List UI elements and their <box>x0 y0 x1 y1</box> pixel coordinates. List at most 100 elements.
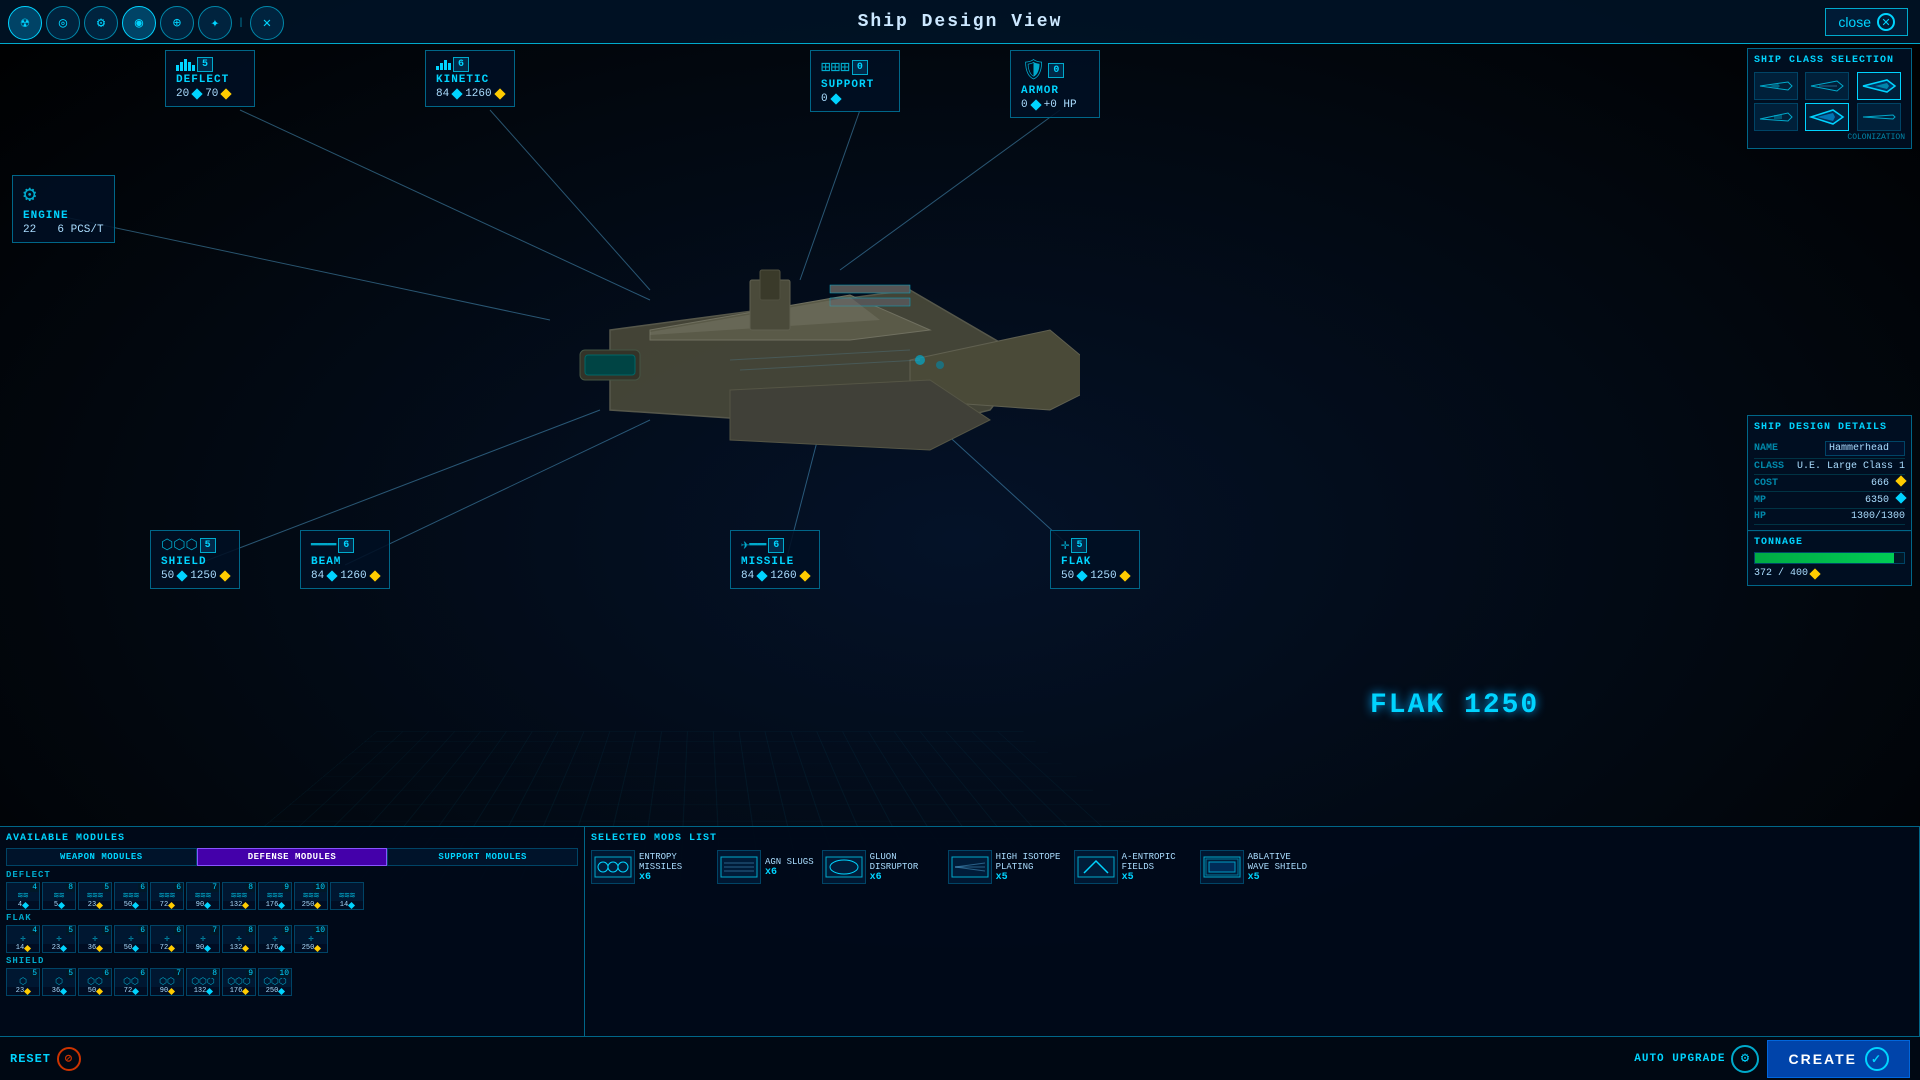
ship-thumb-3[interactable] <box>1857 72 1901 100</box>
support-value: 0 <box>821 93 889 105</box>
ablative-wave-shield-icon <box>1202 853 1242 881</box>
nav-icon-close[interactable]: ✕ <box>250 6 284 40</box>
module-shield-2[interactable]: ⬡536 <box>42 968 76 996</box>
module-shield-4[interactable]: ⬡⬡672 <box>114 968 148 996</box>
armor-diamond <box>1030 99 1041 110</box>
nav-icon-6[interactable]: ✦ <box>198 6 232 40</box>
nav-icon-2[interactable]: ◎ <box>46 6 80 40</box>
close-icon: ✕ <box>1877 13 1895 31</box>
module-flak-1[interactable]: ✛414 <box>6 925 40 953</box>
bottom-area: AVAILABLE MODULES WEAPON MODULES DEFENSE… <box>0 826 1920 1036</box>
mod-icon-2[interactable] <box>717 850 761 884</box>
module-flak-9[interactable]: ✛10250 <box>294 925 328 953</box>
mod-count-5: x5 <box>1122 872 1192 883</box>
cost-label: COST <box>1754 478 1778 489</box>
module-shield-7[interactable]: ⬡⬡⬡9176 <box>222 968 256 996</box>
shield-label: SHIELD <box>161 556 229 568</box>
module-deflect-2[interactable]: ≋≋85 <box>42 882 76 910</box>
deflect-row-label: DEFLECT <box>6 870 578 880</box>
create-button[interactable]: CREATE ✓ <box>1767 1040 1910 1078</box>
module-deflect-7[interactable]: ≋≋≋8132 <box>222 882 256 910</box>
auto-upgrade-button[interactable]: AUTO UPGRADE ⚙ <box>1634 1045 1759 1073</box>
engine-icon: ⚙ <box>23 182 36 208</box>
support-icon-row: ⊞⊞⊞ 0 <box>821 57 889 77</box>
mod-label-1: ENTROPY MISSILES <box>639 852 709 872</box>
tab-support-modules[interactable]: SUPPORT MODULES <box>387 848 578 866</box>
ship-thumb-icon-1 <box>1758 76 1794 96</box>
close-button[interactable]: close ✕ <box>1825 8 1908 36</box>
module-shield-6[interactable]: ⬡⬡⬡8132 <box>186 968 220 996</box>
module-deflect-5[interactable]: ≋≋≋672 <box>150 882 184 910</box>
module-deflect-6[interactable]: ≋≋≋790 <box>186 882 220 910</box>
shield-icon-row: ⬡⬡⬡ 5 <box>161 537 229 554</box>
module-deflect-8[interactable]: ≋≋≋9176 <box>258 882 292 910</box>
missile-diamond1 <box>757 570 768 581</box>
right-bottom-controls: AUTO UPGRADE ⚙ CREATE ✓ <box>1634 1040 1910 1078</box>
armor-icon: 🛡 <box>1021 57 1046 83</box>
ship-thumb-icon-6 <box>1861 107 1897 127</box>
nav-separator: | <box>238 18 244 29</box>
mod-label-6: ABLATIVE WAVE SHIELD <box>1248 852 1318 872</box>
ship-class-title: SHIP CLASS SELECTION <box>1754 55 1905 66</box>
tonnage-title: TONNAGE <box>1754 537 1905 548</box>
module-deflect-1[interactable]: ≋≋44 <box>6 882 40 910</box>
ship-thumb-icon-5 <box>1809 107 1845 127</box>
flak-count: 5 <box>1071 538 1087 553</box>
nav-icon-3[interactable]: ⚙ <box>84 6 118 40</box>
module-deflect-10[interactable]: ≋≋≋14 <box>330 882 364 910</box>
module-flak-5[interactable]: ✛672 <box>150 925 184 953</box>
ship-thumb-6[interactable] <box>1857 103 1901 131</box>
module-flak-8[interactable]: ✛9176 <box>258 925 292 953</box>
ship-thumb-5[interactable] <box>1805 103 1849 131</box>
selected-mods-title: SELECTED MODS LIST <box>591 833 1913 844</box>
mod-icon-6[interactable] <box>1200 850 1244 884</box>
flak-icons-row: ✛414 ✛523 ✛536 ✛650 ✛672 ✛790 ✛8132 ✛917… <box>6 925 578 953</box>
deflect-label: DEFLECT <box>176 74 244 86</box>
reset-label: RESET <box>10 1052 51 1066</box>
tab-weapon-modules[interactable]: WEAPON MODULES <box>6 848 197 866</box>
module-flak-2[interactable]: ✛523 <box>42 925 76 953</box>
deflect-wave-icon <box>176 59 195 71</box>
ship-svg <box>380 160 1080 560</box>
shield-diamond1 <box>177 570 188 581</box>
flak-panel: ✛ 5 FLAK 50 1250 <box>1050 530 1140 589</box>
tonnage-diamond <box>1809 568 1820 579</box>
tab-defense-modules[interactable]: DEFENSE MODULES <box>197 848 388 866</box>
main-viewport: Ship Design View close ✕ ☢ ◎ ⚙ ◉ ⊕ ✦ | ✕… <box>0 0 1920 1080</box>
selected-mods-panel: SELECTED MODS LIST ENTROPY MISSILES x6 <box>585 827 1920 1036</box>
module-flak-7[interactable]: ✛8132 <box>222 925 256 953</box>
nav-icon-5[interactable]: ⊕ <box>160 6 194 40</box>
support-label: SUPPORT <box>821 79 889 91</box>
name-label: NAME <box>1754 443 1778 454</box>
module-flak-6[interactable]: ✛790 <box>186 925 220 953</box>
mod-label-4: HIGH ISOTOPE PLATING <box>996 852 1066 872</box>
flak-big-label: FLAK 1250 <box>1370 690 1539 721</box>
detail-row-hp: HP 1300/1300 <box>1754 509 1905 525</box>
deflect-value: 20 70 <box>176 88 244 100</box>
class-value: U.E. Large Class 1 <box>1797 461 1905 472</box>
reset-button[interactable]: RESET ⊘ <box>10 1047 81 1071</box>
mod-icon-4[interactable] <box>948 850 992 884</box>
module-shield-5[interactable]: ⬡⬡790 <box>150 968 184 996</box>
module-flak-3[interactable]: ✛536 <box>78 925 112 953</box>
module-deflect-3[interactable]: ≋≋≋523 <box>78 882 112 910</box>
module-shield-3[interactable]: ⬡⬡650 <box>78 968 112 996</box>
ship-thumb-1[interactable] <box>1754 72 1798 100</box>
beam-diamond1 <box>327 570 338 581</box>
ship-thumb-2[interactable] <box>1805 72 1849 100</box>
name-input[interactable] <box>1825 441 1905 456</box>
flak-value: 50 1250 <box>1061 570 1129 582</box>
module-flak-4[interactable]: ✛650 <box>114 925 148 953</box>
module-shield-8[interactable]: ⬡⬡⬡10250 <box>258 968 292 996</box>
selected-mod-4: HIGH ISOTOPE PLATING x5 <box>948 850 1066 884</box>
module-shield-1[interactable]: ⬡523 <box>6 968 40 996</box>
nav-icon-1[interactable]: ☢ <box>8 6 42 40</box>
ship-thumb-4[interactable] <box>1754 103 1798 131</box>
mod-icon-5[interactable] <box>1074 850 1118 884</box>
module-deflect-4[interactable]: ≋≋≋650 <box>114 882 148 910</box>
mod-icon-1[interactable] <box>591 850 635 884</box>
nav-icon-4[interactable]: ◉ <box>122 6 156 40</box>
mod-icon-3[interactable] <box>822 850 866 884</box>
shield-value: 50 1250 <box>161 570 229 582</box>
module-deflect-9[interactable]: ≋≋≋10250 <box>294 882 328 910</box>
